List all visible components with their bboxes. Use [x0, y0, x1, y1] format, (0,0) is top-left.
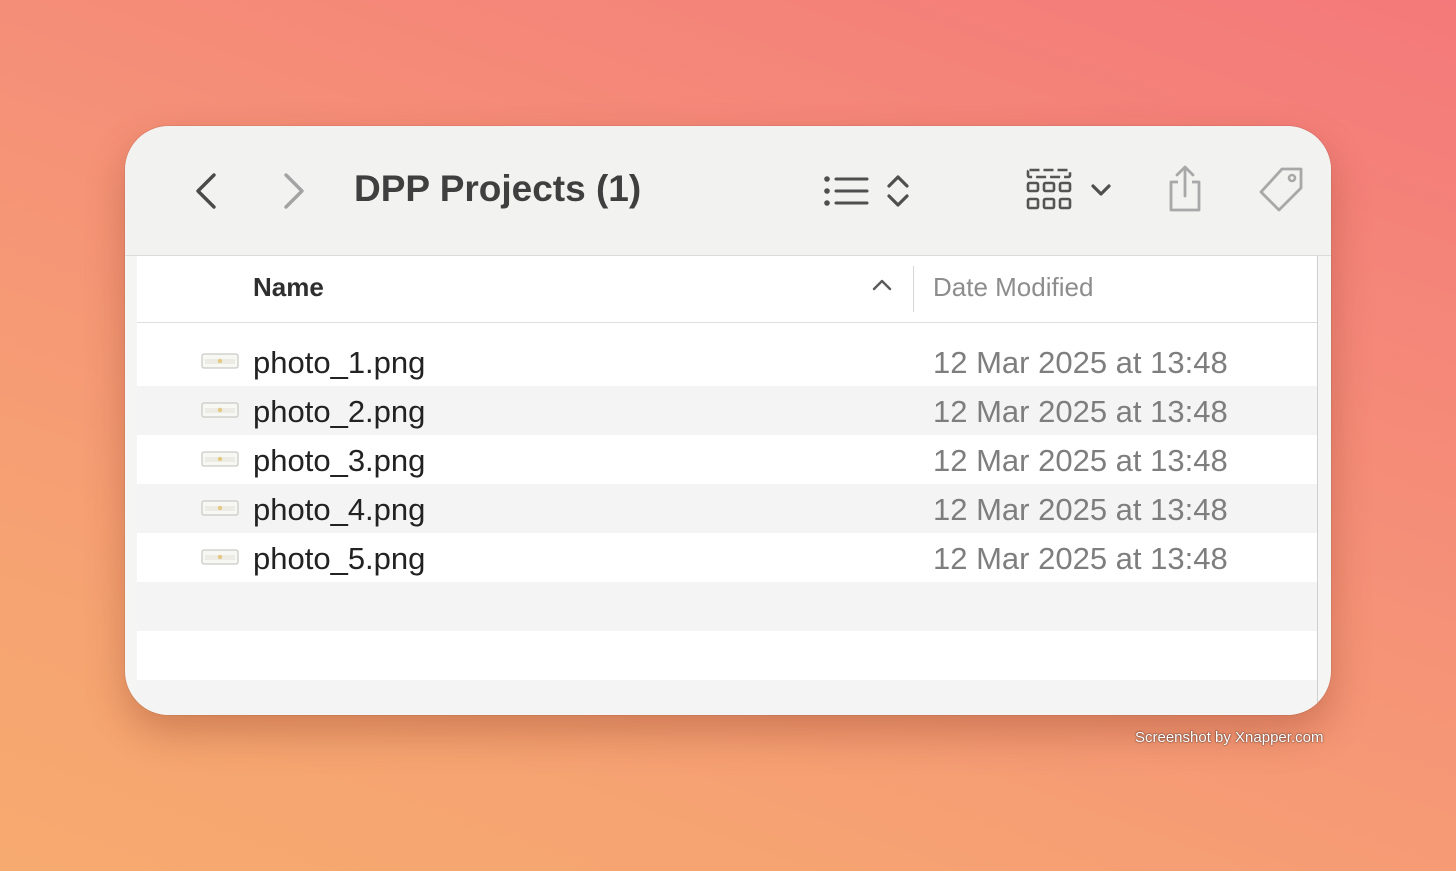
file-date-modified: 12 Mar 2025 at 13:48: [933, 541, 1228, 576]
forward-button[interactable]: [275, 170, 313, 212]
file-row[interactable]: photo_1.png 12 Mar 2025 at 13:48: [137, 337, 1317, 386]
group-button[interactable]: [1023, 166, 1115, 214]
file-date-modified: 12 Mar 2025 at 13:48: [933, 443, 1228, 478]
column-header-name[interactable]: Name: [253, 272, 324, 303]
watermark: Screenshot by Xnapper.com: [1135, 729, 1324, 746]
chevron-right-icon: [284, 173, 304, 209]
share-button[interactable]: [1161, 162, 1209, 216]
column-header-bar: Name Date Modified: [137, 256, 1317, 323]
back-button[interactable]: [187, 170, 225, 212]
empty-row: [137, 582, 1317, 631]
finder-window: DPP Projects (1) Name Date Modified phot…: [125, 126, 1331, 715]
empty-row: [137, 631, 1317, 680]
view-mode-button[interactable]: [818, 168, 918, 214]
chevron-left-icon: [196, 173, 216, 209]
file-date-modified: 12 Mar 2025 at 13:48: [933, 394, 1228, 429]
file-name: photo_2.png: [253, 394, 426, 429]
file-name: photo_3.png: [253, 443, 426, 478]
chevron-down-icon: [1091, 184, 1111, 196]
tag-icon: [1259, 167, 1303, 212]
file-date-modified: 12 Mar 2025 at 13:48: [933, 345, 1228, 380]
image-file-icon: [201, 451, 239, 467]
tag-button[interactable]: [1253, 164, 1309, 216]
empty-row: [137, 680, 1317, 715]
window-title: DPP Projects (1): [354, 168, 642, 209]
image-file-icon: [201, 353, 239, 369]
share-icon: [1169, 165, 1201, 212]
file-row[interactable]: photo_3.png 12 Mar 2025 at 13:48: [137, 435, 1317, 484]
file-date-modified: 12 Mar 2025 at 13:48: [933, 492, 1228, 527]
toolbar: DPP Projects (1): [125, 126, 1331, 256]
file-name: photo_5.png: [253, 541, 426, 576]
image-file-icon: [201, 500, 239, 516]
file-name: photo_4.png: [253, 492, 426, 527]
up-down-chevron-icon: [887, 175, 909, 207]
column-divider[interactable]: [913, 266, 914, 312]
file-list: Name Date Modified photo_1.png 12 Mar 20…: [137, 256, 1318, 715]
file-name: photo_1.png: [253, 345, 426, 380]
file-row[interactable]: photo_2.png 12 Mar 2025 at 13:48: [137, 386, 1317, 435]
file-row[interactable]: photo_5.png 12 Mar 2025 at 13:48: [137, 533, 1317, 582]
sort-ascending-icon[interactable]: [871, 278, 893, 292]
image-file-icon: [201, 402, 239, 418]
image-file-icon: [201, 549, 239, 565]
file-row[interactable]: photo_4.png 12 Mar 2025 at 13:48: [137, 484, 1317, 533]
grid-icon: [1026, 168, 1072, 210]
column-header-date-modified[interactable]: Date Modified: [933, 272, 1093, 303]
list-icon: [824, 176, 869, 206]
